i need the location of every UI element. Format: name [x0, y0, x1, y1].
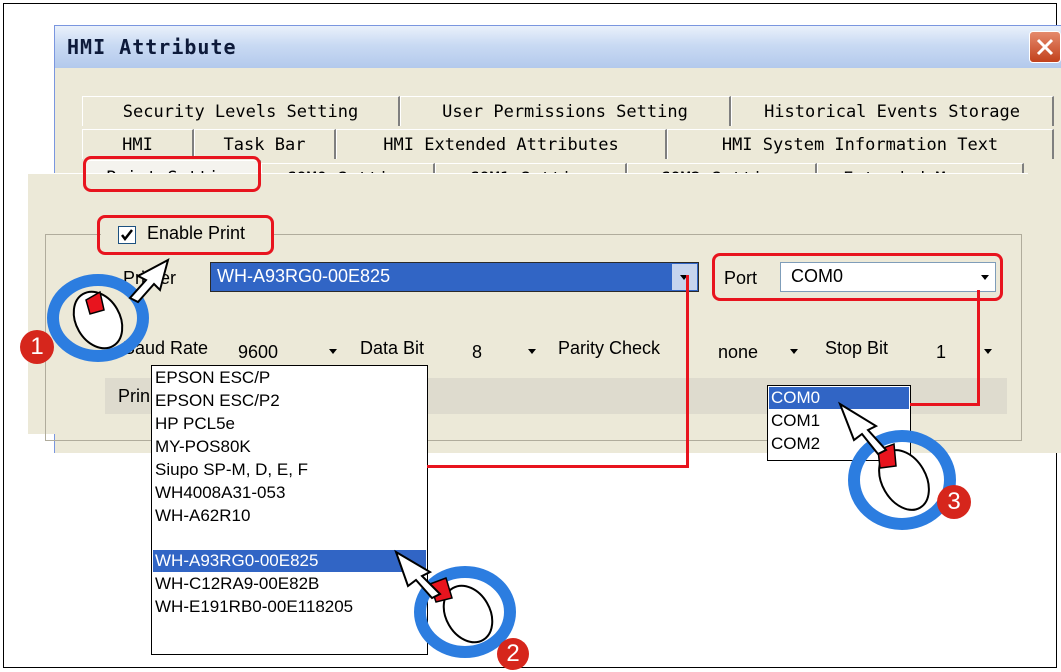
port-option[interactable]: COM1	[771, 410, 820, 432]
annotation-line	[686, 275, 689, 468]
parity-check-value[interactable]: none	[718, 342, 758, 363]
title-bar[interactable]: HMI Attribute	[55, 26, 1061, 68]
annotation-box-print-setting-tab	[83, 156, 261, 192]
printer-option[interactable]: WH-C12RA9-00E82B	[155, 573, 319, 595]
printer-dropdown-list: EPSON ESC/P EPSON ESC/P2 HP PCL5e MY-POS…	[151, 365, 428, 655]
port-option[interactable]: COM2	[771, 433, 820, 455]
close-button[interactable]	[1029, 31, 1061, 63]
tab-hmi-system-information[interactable]: HMI System Information Text	[667, 129, 1054, 159]
stop-bit-value[interactable]: 1	[936, 342, 946, 363]
step-badge-2: 2	[497, 638, 529, 670]
mouse-click-icon-3	[837, 401, 956, 530]
stop-bit-chevron-icon[interactable]	[984, 349, 992, 354]
printer-select[interactable]: WH-A93RG0-00E825	[210, 262, 699, 292]
tab-task-bar[interactable]: Task Bar	[194, 129, 336, 159]
annotation-line	[977, 290, 980, 404]
data-bit-value[interactable]: 8	[472, 342, 482, 363]
mouse-click-icon-1	[47, 258, 170, 362]
printer-option[interactable]: Siupo SP-M, D, E, F	[155, 459, 308, 481]
parity-chevron-icon[interactable]	[790, 349, 798, 354]
printer-option[interactable]: WH-E191RB0-00E118205	[155, 596, 353, 618]
tab-historical-events[interactable]: Historical Events Storage	[731, 96, 1054, 126]
printer-option[interactable]: EPSON ESC/P2	[155, 390, 280, 412]
stop-bit-label: Stop Bit	[825, 338, 889, 358]
printer-select-value: WH-A93RG0-00E825	[217, 266, 391, 286]
printer-option-selected[interactable]: WH-A93RG0-00E825	[153, 550, 426, 572]
tab-security-levels[interactable]: Security Levels Setting	[82, 96, 400, 126]
data-bit-label: Data Bit	[360, 338, 425, 358]
dialog-title: HMI Attribute	[67, 35, 237, 59]
printer-dropdown-button[interactable]	[672, 264, 697, 290]
tab-row-2: HMI Task Bar HMI Extended Attributes HMI…	[82, 129, 1054, 159]
step-badge-1: 1	[20, 330, 54, 364]
baud-rate-value[interactable]: 9600	[238, 342, 278, 363]
step-badge-3: 3	[937, 485, 971, 519]
tab-hmi-extended-attributes[interactable]: HMI Extended Attributes	[336, 129, 667, 159]
printer-option[interactable]: WH4008A31-053	[155, 482, 285, 504]
tab-user-permissions[interactable]: User Permissions Setting	[400, 96, 731, 126]
print-mode-label: Prin	[118, 386, 151, 406]
printer-option[interactable]: HP PCL5e	[155, 413, 235, 435]
tab-hmi[interactable]: HMI	[82, 129, 194, 159]
parity-check-label: Parity Check	[558, 338, 661, 358]
printer-option[interactable]: WH-A62R10	[155, 505, 250, 527]
baud-rate-chevron-icon[interactable]	[329, 349, 337, 354]
annotation-box-port	[712, 253, 1003, 301]
data-bit-chevron-icon[interactable]	[528, 349, 536, 354]
annotation-line	[427, 465, 689, 468]
printer-option[interactable]: MY-POS80K	[155, 436, 251, 458]
close-icon	[1036, 38, 1054, 56]
tab-row-1: Security Levels Setting User Permissions…	[82, 96, 1054, 126]
